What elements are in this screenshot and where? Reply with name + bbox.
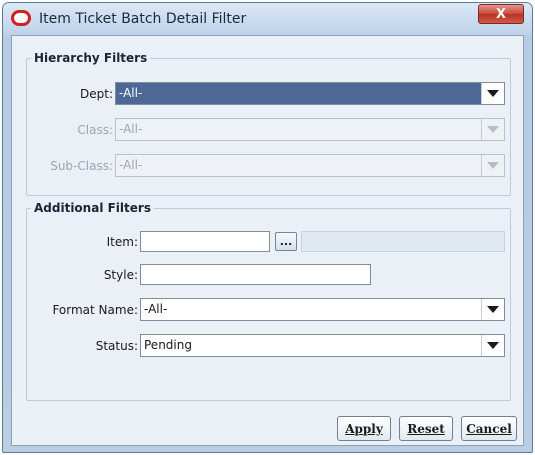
chevron-down-icon [487,306,499,313]
item-input[interactable] [140,231,270,252]
subclass-label: Sub-Class: [50,159,113,173]
status-dropdown[interactable]: Pending [140,334,505,357]
chevron-down-icon [487,90,499,97]
dept-label: Dept: [80,87,113,101]
oracle-app-icon [11,10,31,26]
style-label: Style: [103,268,138,282]
dept-dropdown-arrow[interactable] [481,83,504,104]
title-bar[interactable]: Item Ticket Batch Detail Filter X [3,3,532,35]
cancel-button[interactable]: Cancel [461,416,517,441]
dept-dropdown[interactable]: -All- [115,82,505,105]
close-button[interactable]: X [478,4,524,24]
chevron-down-icon [487,162,499,169]
subclass-value: -All- [119,158,143,172]
item-description-field [301,231,505,252]
item-lookup-button[interactable]: ... [275,232,297,251]
additional-filters-legend: Additional Filters [34,201,151,215]
item-label: Item: [106,235,138,249]
format-name-dropdown-arrow[interactable] [481,299,504,320]
class-dropdown-arrow [481,119,504,140]
format-name-label: Format Name: [52,303,138,317]
format-name-dropdown[interactable]: -All- [140,298,505,321]
dialog-window: Item Ticket Batch Detail Filter X Hierar… [2,2,533,453]
class-dropdown: -All- [115,118,505,141]
format-name-value: -All- [144,302,168,316]
status-dropdown-arrow[interactable] [481,335,504,356]
class-value: -All- [119,122,143,136]
status-label: Status: [95,339,138,353]
chevron-down-icon [487,126,499,133]
apply-button[interactable]: Apply [337,416,391,441]
status-value: Pending [144,338,192,352]
window-title: Item Ticket Batch Detail Filter [39,11,247,27]
reset-button[interactable]: Reset [399,416,453,441]
dialog-body: Hierarchy Filters Dept: -All- Class: -Al… [11,35,524,446]
hierarchy-filters-legend: Hierarchy Filters [34,51,148,65]
subclass-dropdown: -All- [115,154,505,177]
hierarchy-filters-group: Hierarchy Filters Dept: -All- Class: -Al… [26,51,511,196]
dept-value: -All- [119,86,143,100]
additional-filters-group: Additional Filters Item: ... Style: Form… [26,201,511,401]
class-label: Class: [77,123,113,137]
style-input[interactable] [140,264,371,285]
chevron-down-icon [487,342,499,349]
subclass-dropdown-arrow [481,155,504,176]
